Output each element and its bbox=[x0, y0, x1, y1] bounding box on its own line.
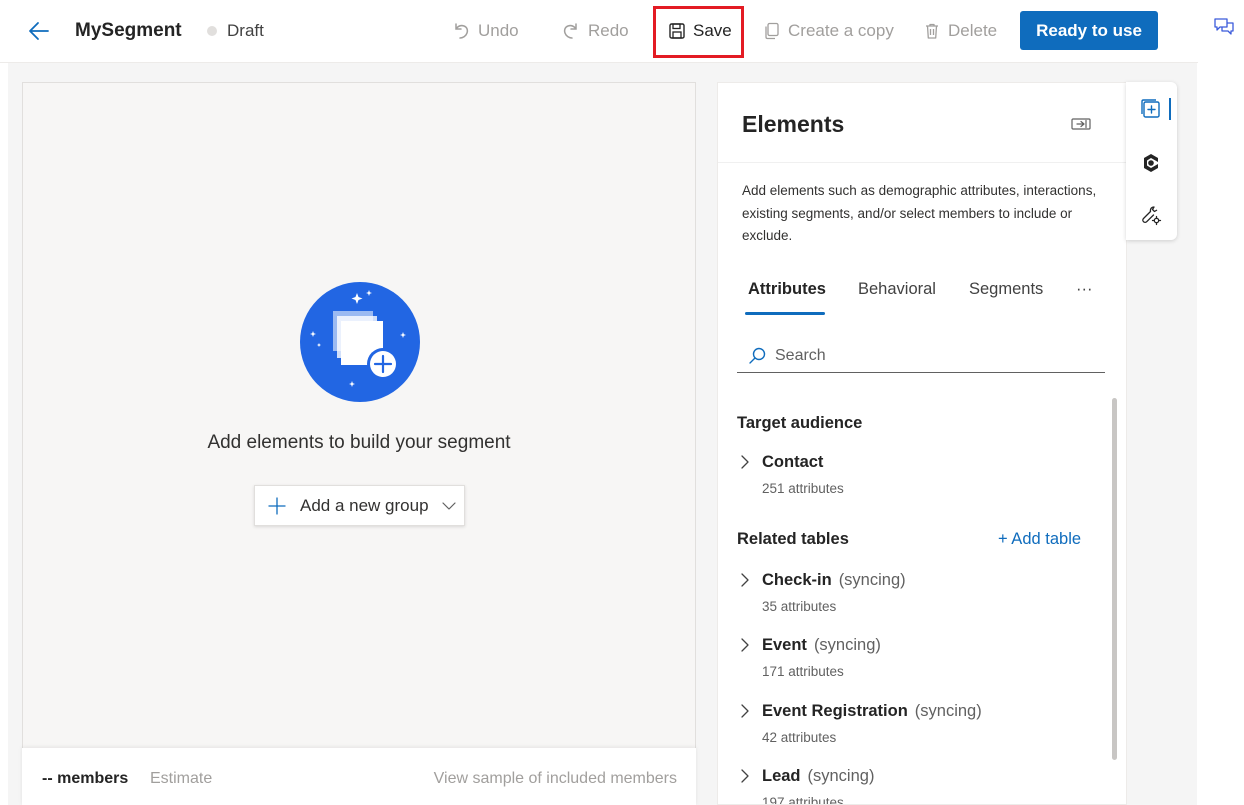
panel-description: Add elements such as demographic attribu… bbox=[742, 183, 1097, 243]
delete-label: Delete bbox=[948, 21, 998, 40]
search-icon bbox=[749, 347, 766, 364]
plus-icon bbox=[268, 496, 286, 515]
target-audience-heading: Target audience bbox=[737, 414, 863, 432]
item-name: Check-in (syncing) bbox=[762, 571, 906, 589]
empty-state-text: Add elements to build your segment bbox=[207, 432, 511, 453]
status-dot bbox=[207, 26, 217, 36]
item-count: 171 attributes bbox=[762, 664, 844, 679]
panel-title: Elements bbox=[742, 111, 845, 137]
element-tabs: Attributes Behavioral Segments ··· bbox=[737, 278, 1117, 315]
status-text: Draft bbox=[227, 21, 264, 40]
redo-label: Redo bbox=[588, 21, 629, 40]
item-count: 251 attributes bbox=[762, 481, 844, 496]
chevron-down-icon bbox=[441, 501, 456, 510]
save-icon bbox=[669, 23, 685, 39]
selected-tab-indicator bbox=[745, 312, 825, 315]
command-bar: MySegment Draft Undo Redo Save Create a … bbox=[0, 0, 1198, 63]
collapse-panel-icon[interactable] bbox=[1071, 117, 1093, 136]
elements-panel: Elements Add elements such as demographi… bbox=[717, 82, 1127, 805]
search-placeholder: Search bbox=[775, 346, 826, 364]
chevron-right-icon bbox=[741, 638, 749, 652]
segment-title: MySegment bbox=[75, 20, 182, 41]
view-sample-link[interactable]: View sample of included members bbox=[434, 770, 677, 788]
panel-divider bbox=[718, 162, 1126, 163]
ready-to-use-button[interactable]: Ready to use bbox=[1020, 11, 1158, 50]
add-new-group-button[interactable]: Add a new group bbox=[254, 485, 465, 526]
add-group-label: Add a new group bbox=[300, 495, 429, 515]
item-name: Event (syncing) bbox=[762, 636, 881, 654]
search-input[interactable]: Search bbox=[737, 339, 1105, 373]
tab-behavioral[interactable]: Behavioral bbox=[858, 280, 936, 299]
copy-icon bbox=[765, 22, 779, 40]
side-tool-rail bbox=[1126, 82, 1177, 240]
undo-icon bbox=[455, 23, 469, 39]
status-badge: Draft bbox=[207, 21, 264, 41]
redo-icon bbox=[563, 23, 577, 39]
feedback-icon[interactable] bbox=[1213, 17, 1235, 42]
tab-attributes[interactable]: Attributes bbox=[748, 280, 826, 299]
members-count: -- members bbox=[42, 770, 129, 787]
tab-segments[interactable]: Segments bbox=[969, 280, 1043, 299]
rail-active-indicator bbox=[1169, 98, 1171, 120]
item-name: Contact bbox=[762, 453, 824, 471]
related-tables-heading: Related tables bbox=[737, 530, 849, 548]
save-label: Save bbox=[693, 21, 732, 40]
copy-label: Create a copy bbox=[788, 21, 894, 40]
settings-icon[interactable] bbox=[1140, 204, 1162, 231]
item-name: Event Registration (syncing) bbox=[762, 702, 982, 720]
undo-label: Undo bbox=[478, 21, 519, 40]
chevron-right-icon bbox=[741, 769, 749, 783]
panel-scrollbar[interactable] bbox=[1112, 398, 1117, 760]
item-count: 197 attributes bbox=[762, 795, 844, 805]
chevron-right-icon bbox=[741, 704, 749, 718]
back-arrow-icon[interactable] bbox=[26, 18, 52, 44]
save-button[interactable]: Save bbox=[668, 18, 732, 44]
create-copy-button[interactable]: Create a copy bbox=[763, 18, 894, 44]
add-elements-illustration-icon bbox=[299, 281, 421, 408]
chevron-right-icon bbox=[741, 573, 749, 587]
delete-button[interactable]: Delete bbox=[923, 18, 997, 44]
add-table-link[interactable]: + Add table bbox=[998, 530, 1081, 549]
redo-button[interactable]: Redo bbox=[561, 18, 629, 44]
estimate-link[interactable]: Estimate bbox=[150, 770, 212, 788]
members-footer: -- members Estimate View sample of inclu… bbox=[22, 748, 696, 805]
item-count: 42 attributes bbox=[762, 730, 837, 745]
add-element-icon[interactable] bbox=[1140, 98, 1162, 125]
item-count: 35 attributes bbox=[762, 599, 837, 614]
delete-icon bbox=[926, 23, 938, 39]
tab-more[interactable]: ··· bbox=[1076, 280, 1092, 299]
chevron-right-icon bbox=[741, 455, 749, 469]
copilot-icon[interactable] bbox=[1140, 152, 1162, 179]
item-name: Lead (syncing) bbox=[762, 767, 875, 785]
undo-button[interactable]: Undo bbox=[451, 18, 519, 44]
